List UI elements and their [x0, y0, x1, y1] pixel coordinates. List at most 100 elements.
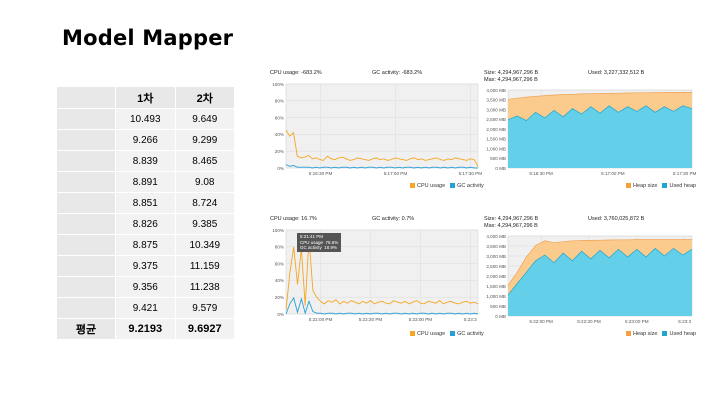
heap-panel-1: Size: 4,294,967,296 B Used: 3,227,332,51…: [484, 70, 697, 192]
y-tick-label: 1,500 MB: [486, 137, 506, 142]
x-tick-label: 5:16:30 PM: [309, 171, 333, 176]
y-tick-label: 3,000 MB: [486, 107, 506, 112]
cpu-legend-2: CPU usage GC activity: [410, 331, 484, 337]
table-header-blank: [57, 87, 116, 109]
table-row: 8.851 8.724: [57, 193, 235, 214]
y-tick-label: 4,000 MB: [486, 88, 506, 93]
table-cell: 9.266: [116, 130, 176, 151]
heap-legend-2: Heap size Used heap: [626, 331, 696, 337]
heap-used-label: Used: 3,760,025,872 B: [588, 216, 645, 222]
slide-title: Model Mapper: [62, 26, 234, 50]
y-tick-label: 0%: [277, 166, 284, 171]
heap-size-label: Size: 4,294,967,296 B: [484, 70, 539, 76]
cpu-usage-label: CPU usage: 16.7%: [270, 216, 317, 222]
table-cell: 8.891: [116, 172, 176, 193]
legend-cpu-usage: CPU usage: [410, 331, 445, 337]
table-row: 9.375 11.159: [57, 256, 235, 277]
table-cell: 8.724: [175, 193, 235, 214]
legend-gc-activity: GC activity: [450, 331, 484, 337]
table-cell: 8.839: [116, 151, 176, 172]
y-tick-label: 100%: [272, 228, 284, 233]
heap-max-label: Max: 4,294,967,296 B: [484, 77, 538, 83]
table-cell: 10.493: [116, 109, 176, 130]
y-tick-label: 60%: [275, 261, 284, 266]
heap-used-label: Used: 3,227,332,512 B: [588, 70, 645, 76]
table-header-run1: 1차: [116, 87, 176, 109]
x-tick-label: 5:23:3: [464, 317, 477, 322]
legend-heap-size: Heap size: [626, 183, 657, 189]
y-tick-label: 3,000 MB: [486, 254, 506, 259]
table-cell: 8.826: [116, 214, 176, 235]
legend-used-heap: Used heap: [662, 331, 696, 337]
x-tick-label: 5:17:00 PM: [384, 171, 408, 176]
y-tick-label: 3,500 MB: [486, 98, 506, 103]
heap-size-label: Size: 4,294,967,296 B: [484, 216, 539, 222]
heap-chart-2: 4,000 MB 3,500 MB 3,000 MB 2,500 MB 2,000 MB…: [486, 234, 693, 324]
table-row-label: [57, 172, 116, 193]
heap-legend-1: Heap size Used heap: [626, 183, 696, 189]
y-tick-label: 2,500 MB: [486, 264, 506, 269]
y-tick-label: 1,000 MB: [486, 146, 506, 151]
results-table: 1차 2차 10.493 9.649 9.266 9.299 8.839 8.465 8.8…: [57, 87, 235, 340]
x-tick-label: 5:16:30 PM: [529, 171, 553, 176]
table-cell: 10.349: [175, 235, 235, 256]
y-tick-label: 500 MB: [490, 304, 506, 309]
gc-activity-label: GC activity: -683.2%: [372, 70, 423, 76]
y-tick-label: 2,000 MB: [486, 127, 506, 132]
table-cell: 9.579: [175, 298, 235, 319]
table-cell: 9.375: [116, 256, 176, 277]
average-run2: 9.6927: [175, 319, 235, 340]
average-run1: 9.2193: [116, 319, 176, 340]
y-tick-label: 0 MB: [495, 314, 506, 319]
heap-panel-2: Size: 4,294,967,296 B Used: 3,760,025,87…: [484, 216, 696, 340]
table-row-label: [57, 130, 116, 151]
y-tick-label: 0%: [277, 312, 284, 317]
table-row-label: [57, 277, 116, 298]
table-row-label: [57, 214, 116, 235]
y-tick-label: 80%: [275, 99, 284, 104]
table-row-label: [57, 256, 116, 277]
legend-gc-activity: GC activity: [450, 183, 484, 189]
y-tick-label: 60%: [275, 115, 284, 120]
table-cell: 8.465: [175, 151, 235, 172]
x-tick-label: 5:22:30 PM: [359, 317, 383, 322]
table-row: 8.875 10.349: [57, 235, 235, 256]
x-tick-label: 5:17:00 PM: [601, 171, 625, 176]
table-row: 8.891 9.08: [57, 172, 235, 193]
y-tick-label: 2,500 MB: [486, 117, 506, 122]
table-row: 8.839 8.465: [57, 151, 235, 172]
cpu-chart-1: 100% 80% 60% 40% 20% 0% 5:16:30 PM 5:17:00 PM 5:…: [272, 82, 482, 176]
table-row-label: [57, 109, 116, 130]
y-tick-label: 0 MB: [495, 166, 506, 171]
x-tick-label: 5:22:00 PM: [309, 317, 333, 322]
table-row-label: [57, 193, 116, 214]
y-tick-label: 1,000 MB: [486, 294, 506, 299]
legend-heap-size: Heap size: [626, 331, 657, 337]
gc-activity-label: GC activity: 0.7%: [372, 216, 415, 222]
x-tick-label: 5:17:30 PM: [673, 171, 697, 176]
cpu-legend-1: CPU usage GC activity: [410, 183, 484, 189]
table-cell: 8.875: [116, 235, 176, 256]
x-tick-label: 5:23:00 PM: [409, 317, 433, 322]
y-tick-label: 100%: [272, 82, 284, 87]
y-tick-label: 4,000 MB: [486, 234, 506, 239]
legend-cpu-usage: CPU usage: [410, 183, 445, 189]
average-label: 평균: [57, 319, 116, 340]
chart-tooltip: 5:21:41 PM CPU usage 78.6% GC activity 18.…: [297, 233, 342, 252]
cpu-panel-1: CPU usage: -683.2% GC activity: -683.2% …: [270, 70, 484, 192]
table-row-label: [57, 235, 116, 256]
y-tick-label: 1,500 MB: [486, 284, 506, 289]
table-cell: 9.08: [175, 172, 235, 193]
table-cell: 8.851: [116, 193, 176, 214]
y-tick-label: 80%: [275, 245, 284, 250]
table-row: 10.493 9.649: [57, 109, 235, 130]
y-tick-label: 500 MB: [490, 156, 506, 161]
x-tick-label: 5:23:00 PM: [625, 319, 649, 324]
x-tick-label: 5:22:30 PM: [577, 319, 601, 324]
heap-chart-1: 4,000 MB 3,500 MB 3,000 MB 2,500 MB 2,000 MB…: [486, 88, 697, 176]
table-row-label: [57, 298, 116, 319]
table-row-label: [57, 151, 116, 172]
plot-area: [285, 83, 479, 169]
y-tick-label: 3,500 MB: [486, 244, 506, 249]
x-tick-label: 5:22:00 PM: [529, 319, 553, 324]
